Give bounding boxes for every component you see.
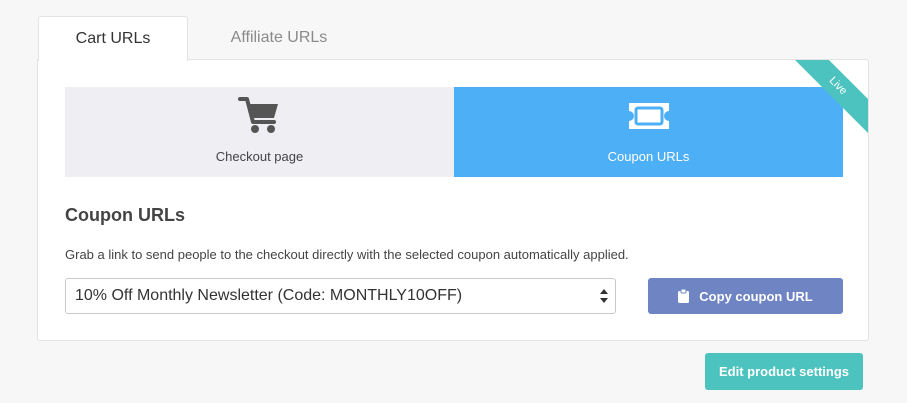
select-arrows-icon	[597, 288, 611, 304]
coupon-select-value: 10% Off Monthly Newsletter (Code: MONTHL…	[75, 287, 463, 304]
cart-icon	[237, 96, 282, 136]
option-coupon-label: Coupon URLs	[607, 149, 690, 164]
coupon-select[interactable]: 10% Off Monthly Newsletter (Code: MONTHL…	[65, 278, 616, 314]
tab-bar: Cart URLs Affiliate URLs	[38, 16, 370, 61]
clipboard-icon	[678, 289, 690, 303]
option-checkout-label: Checkout page	[215, 149, 304, 164]
cart-urls-widget: Cart URLs Affiliate URLs Checkout page C…	[0, 0, 907, 403]
option-coupon-urls[interactable]: Coupon URLs	[454, 87, 843, 177]
section-description: Grab a link to send people to the checko…	[65, 247, 629, 262]
tab-panel: Checkout page Coupon URLs Live Coupon UR…	[37, 59, 869, 341]
tab-affiliate-urls[interactable]: Affiliate URLs	[188, 16, 370, 60]
copy-coupon-url-label: Copy coupon URL	[699, 288, 813, 304]
tab-cart-urls[interactable]: Cart URLs	[38, 16, 188, 61]
section-title: Coupon URLs	[65, 205, 185, 225]
option-checkout-page[interactable]: Checkout page	[65, 87, 454, 177]
copy-coupon-url-button[interactable]: Copy coupon URL	[648, 278, 843, 314]
edit-product-settings-button[interactable]: Edit product settings	[705, 353, 863, 390]
url-type-selector: Checkout page Coupon URLs	[65, 87, 843, 177]
ticket-icon	[626, 96, 672, 136]
